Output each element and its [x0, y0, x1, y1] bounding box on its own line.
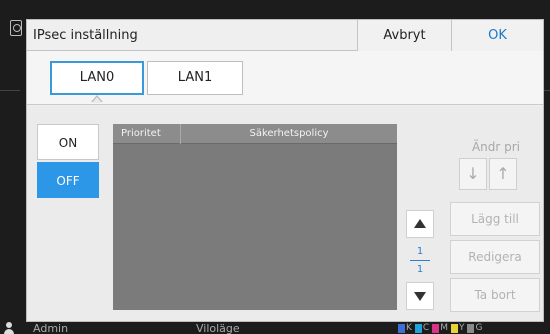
user-icon — [4, 322, 14, 334]
ink-m: M — [432, 323, 448, 334]
add-button[interactable]: Lägg till — [450, 202, 540, 236]
background-divider — [0, 90, 20, 91]
status-user: Admin — [33, 322, 69, 334]
scroll-down-button[interactable] — [406, 282, 434, 310]
scroll-up-button[interactable] — [406, 210, 434, 238]
column-security-policy: Säkerhetspolicy — [249, 128, 329, 139]
page-total: 1 — [416, 264, 424, 275]
tab-lan0[interactable]: LAN0 — [50, 61, 144, 95]
on-button[interactable]: ON — [37, 124, 99, 160]
tab-pointer-fill — [92, 97, 102, 103]
screen: Admin Viloläge K C M Y G IPsec inställni… — [0, 0, 550, 334]
dialog-titlebar: IPsec inställning Avbryt OK — [27, 20, 543, 51]
page-current: 1 — [416, 246, 424, 257]
priority-down-button[interactable]: ↓ — [459, 158, 487, 190]
ink-g: G — [467, 323, 482, 334]
ink-c: C — [414, 323, 429, 334]
ink-y: Y — [450, 323, 464, 334]
ok-button[interactable]: OK — [451, 20, 543, 51]
policy-table: Prioritet Säkerhetspolicy — [113, 124, 397, 310]
cancel-button[interactable]: Avbryt — [357, 20, 451, 51]
off-button[interactable]: OFF — [37, 162, 99, 198]
ipsec-settings-dialog: IPsec inställning Avbryt OK LAN0 LAN1 ON… — [26, 19, 544, 322]
change-priority-label: Ändr pri — [471, 140, 521, 154]
status-mode: Viloläge — [196, 322, 240, 334]
edit-button[interactable]: Redigera — [450, 240, 540, 274]
tab-content: ON OFF Prioritet Säkerhetspolicy 1 1 Änd… — [27, 106, 543, 321]
delete-button[interactable]: Ta bort — [450, 278, 540, 312]
priority-up-button[interactable]: ↑ — [489, 158, 517, 190]
dialog-title: IPsec inställning — [33, 28, 138, 43]
ink-k: K — [398, 323, 412, 334]
lan-tabs: LAN0 LAN1 — [27, 51, 543, 105]
table-header: Prioritet Säkerhetspolicy — [113, 124, 397, 144]
tab-lan1[interactable]: LAN1 — [147, 61, 243, 95]
settings-icon — [10, 20, 22, 36]
page-divider — [410, 260, 430, 261]
ink-levels: K C M Y G — [398, 323, 482, 334]
column-priority: Prioritet — [113, 124, 181, 144]
